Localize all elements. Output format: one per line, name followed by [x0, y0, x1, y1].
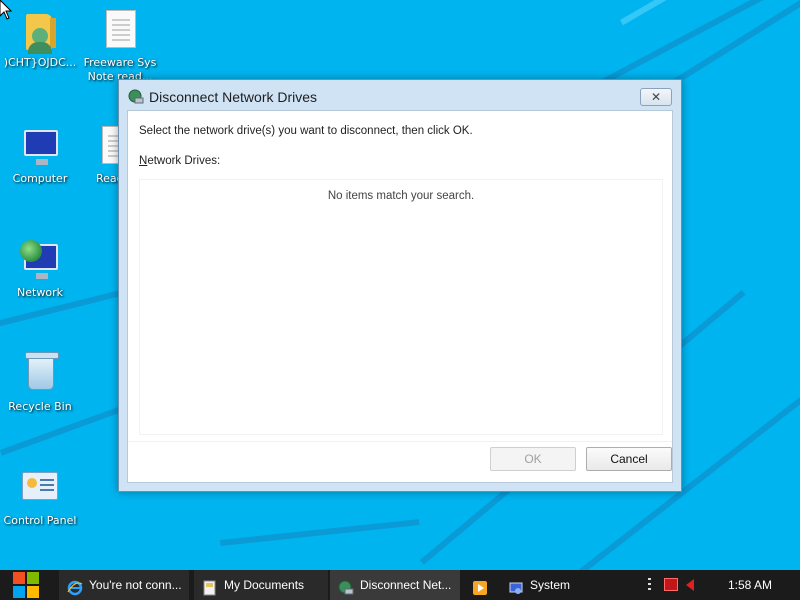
- dialog-instruction: Select the network drive(s) you want to …: [139, 125, 473, 137]
- desktop-icon-user-folder[interactable]: )CHT}OJDC...: [0, 8, 80, 70]
- taskbar-item-my-documents[interactable]: My Documents: [194, 570, 328, 600]
- disconnect-network-drives-dialog: Disconnect Network Drives ✕ Select the n…: [118, 79, 682, 492]
- taskbar-item-media-player[interactable]: [464, 570, 498, 600]
- action-center-flag-icon[interactable]: [664, 578, 678, 591]
- network-drive-icon: [338, 577, 354, 595]
- desktop-icon-label: Network: [17, 286, 63, 299]
- folder-icon: [202, 577, 218, 596]
- desktop-icon-control-panel[interactable]: Control Panel: [0, 466, 80, 528]
- media-player-icon: [472, 577, 488, 595]
- network-drive-icon: [128, 89, 144, 105]
- wallpaper-stripe: [220, 519, 420, 546]
- footer-divider: [128, 441, 672, 442]
- taskbar-item-internet-explorer[interactable]: You're not conn...: [59, 570, 189, 600]
- start-button[interactable]: [0, 570, 52, 600]
- taskbar-item-system[interactable]: System: [500, 570, 630, 600]
- close-icon: ✕: [650, 90, 662, 104]
- taskbar-item-label: System: [530, 578, 571, 592]
- desktop-icon-freeware-note[interactable]: Freeware Sys Note read...: [80, 8, 160, 84]
- desktop-icon-label: Computer: [12, 172, 68, 185]
- taskbar-item-label: Disconnect Net...: [360, 578, 452, 592]
- empty-list-message: No items match your search.: [327, 190, 475, 202]
- windows-logo-icon: [11, 570, 41, 600]
- network-icon: [18, 238, 62, 282]
- cancel-button[interactable]: Cancel: [586, 447, 672, 471]
- desktop-icon-label: Freeware Sys: [83, 56, 157, 69]
- network-drives-label: Network Drives:: [139, 155, 220, 167]
- desktop-icon-read[interactable]: Read: [80, 124, 132, 186]
- system-icon: [508, 577, 524, 594]
- close-button[interactable]: ✕: [640, 88, 672, 106]
- taskbar-item-disconnect-network-drives[interactable]: Disconnect Net...: [330, 570, 460, 600]
- ok-button[interactable]: OK: [490, 447, 576, 471]
- taskbar-item-label: You're not conn...: [89, 578, 182, 592]
- computer-icon: [18, 124, 62, 168]
- system-tray: 1:58 AM: [640, 570, 800, 600]
- recycle-bin-icon: [18, 352, 62, 396]
- dialog-client-area: Select the network drive(s) you want to …: [127, 110, 673, 483]
- user-folder-icon: [18, 8, 62, 54]
- network-drives-list[interactable]: No items match your search.: [139, 179, 663, 435]
- network-drives-label-text: etwork Drives:: [147, 155, 221, 167]
- desktop-icon-label: Control Panel: [3, 514, 77, 527]
- desktop-icon-label: Read: [96, 172, 120, 185]
- desktop-icon-label: Recycle Bin: [8, 400, 72, 413]
- taskbar-item-label: My Documents: [224, 578, 305, 592]
- internet-explorer-icon: [67, 577, 83, 596]
- desktop-icon-label: )CHT}OJDC...: [3, 56, 77, 69]
- control-panel-icon: [18, 466, 62, 510]
- dialog-titlebar[interactable]: Disconnect Network Drives ✕: [119, 80, 681, 110]
- tray-overflow-grip-icon[interactable]: [648, 578, 651, 592]
- document-icon: [98, 8, 142, 52]
- taskbar-clock[interactable]: 1:58 AM: [728, 570, 772, 600]
- volume-icon[interactable]: [686, 579, 694, 591]
- desktop-icon-recycle-bin[interactable]: Recycle Bin: [0, 352, 80, 414]
- desktop-icon-network[interactable]: Network: [0, 238, 80, 300]
- desktop-icon-computer[interactable]: Computer: [0, 124, 80, 186]
- dialog-title: Disconnect Network Drives: [149, 89, 318, 105]
- taskbar: You're not conn... My Documents Disconne…: [0, 570, 800, 600]
